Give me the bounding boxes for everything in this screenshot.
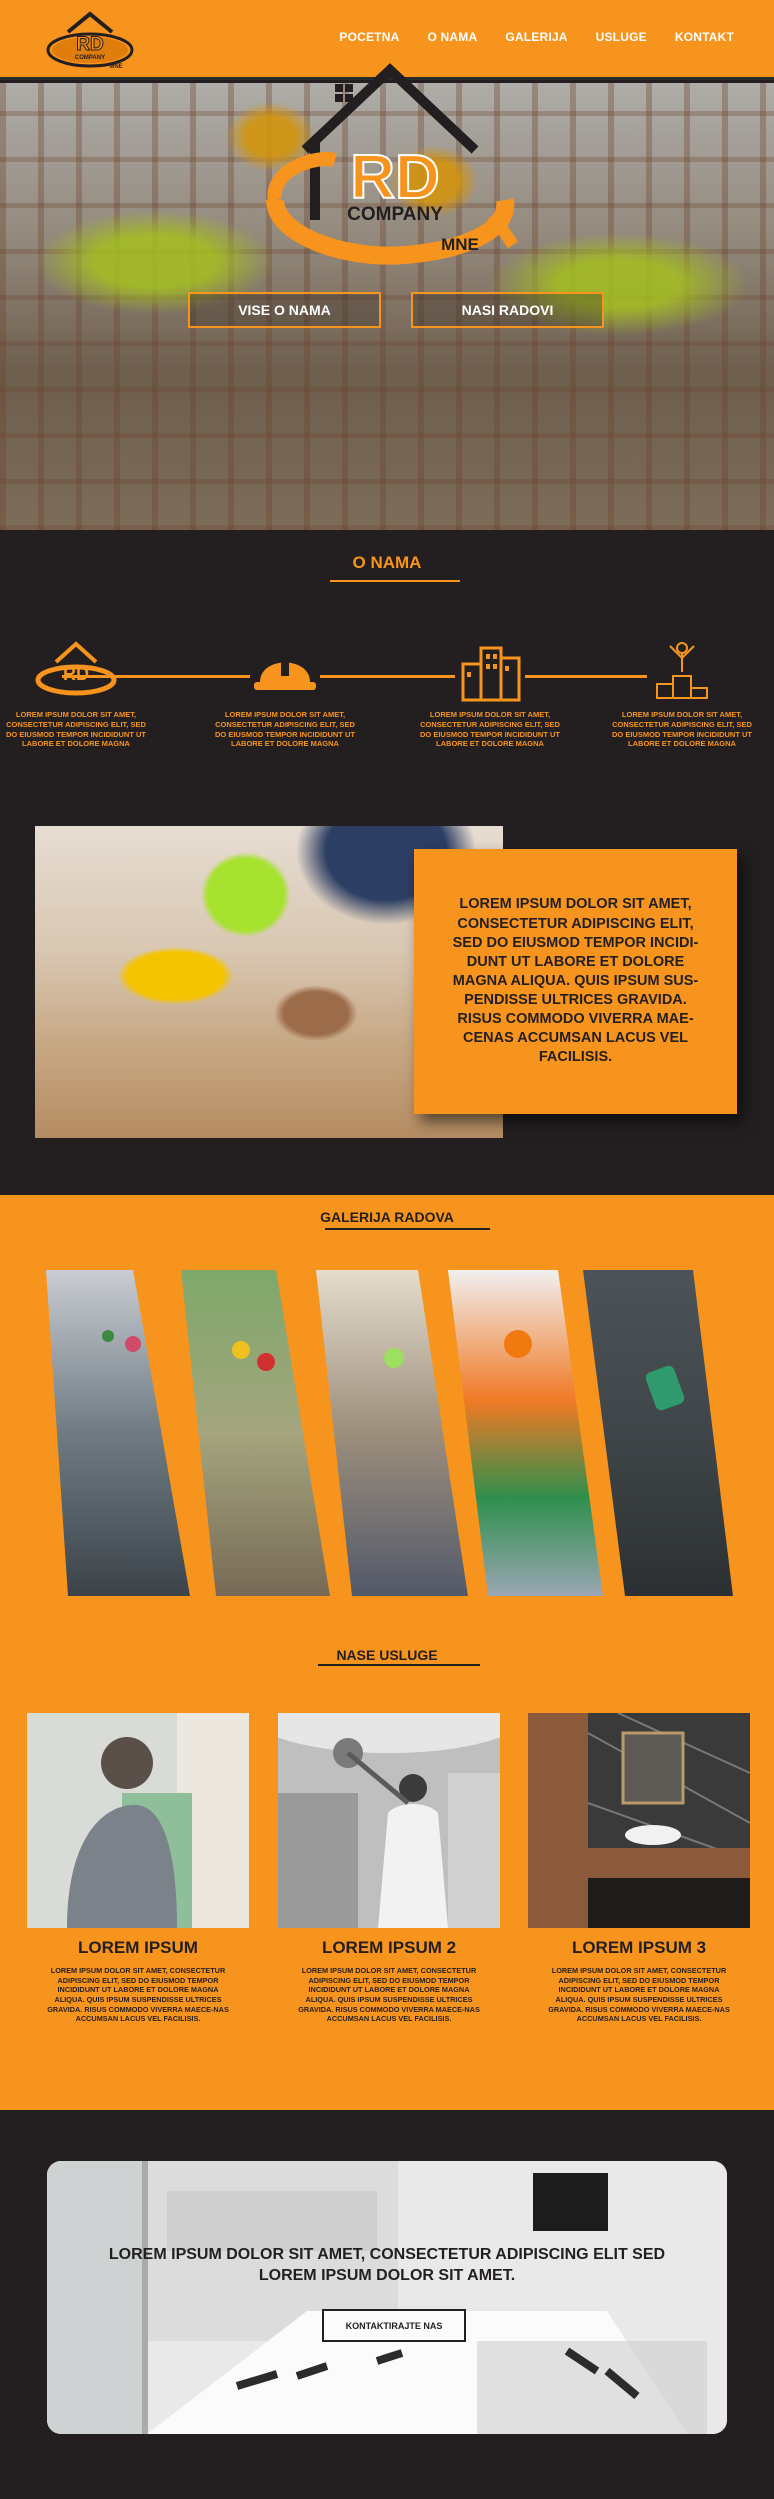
contact-us-button[interactable]: KONTAKTIRAJTE NAS: [322, 2309, 466, 2342]
about-highlight-text: LOREM IPSUM DOLOR SIT AMET, CONSECTETUR …: [452, 896, 699, 1066]
gallery-strip: [38, 1258, 738, 1608]
service-title: LOREM IPSUM 3: [571, 1938, 707, 1957]
service-card[interactable]: LOREM IPSUM 2 LOREM IPSUM DOLOR SIT AMET…: [278, 1713, 500, 2024]
feature-item: LOREM IPSUM DOLOR SIT AMET, CONSECTETUR …: [420, 634, 560, 749]
svg-text:RD: RD: [350, 143, 440, 212]
nav-usluge[interactable]: USLUGE: [596, 30, 647, 44]
rd-logo-icon: RD: [35, 641, 117, 696]
gallery-title: GALERIJA RADOVA: [320, 1209, 454, 1225]
gallery-title-underline: [325, 1228, 490, 1230]
service-card[interactable]: LOREM IPSUM LOREM IPSUM DOLOR SIT AMET, …: [27, 1713, 249, 2024]
svg-text:COMPANY: COMPANY: [75, 55, 105, 61]
service-text: LOREM IPSUM DOLOR SIT AMET, CONSECTETUR …: [548, 1966, 730, 2024]
winner-podium-icon: [647, 637, 717, 703]
contact-banner: LOREM IPSUM DOLOR SIT AMET, CONSECTETUR …: [47, 2161, 727, 2434]
contact-text: LOREM IPSUM DOLOR SIT AMET, CONSECTETUR …: [108, 2246, 666, 2284]
about-highlight-box: LOREM IPSUM DOLOR SIT AMET, CONSECTETUR …: [414, 849, 737, 1114]
svg-text:MNE: MNE: [109, 64, 122, 70]
buildings-icon: [455, 637, 525, 703]
service-photo-bathroom: [528, 1713, 750, 1928]
hero-logo-icon: RD COMPANY MNE: [266, 63, 518, 265]
service-text: LOREM IPSUM DOLOR SIT AMET, CONSECTETUR …: [47, 1966, 229, 2024]
company-logo-icon[interactable]: RD COMPANY MNE: [42, 6, 142, 74]
about-title-underline: [330, 580, 460, 582]
services-title-underline: [318, 1664, 480, 1666]
office-background: [47, 2161, 727, 2434]
feature-timeline: [62, 675, 702, 678]
feature-text: LOREM IPSUM DOLOR SIT AMET, CONSECTETUR …: [612, 710, 752, 749]
nav-o-nama[interactable]: O NAMA: [427, 30, 477, 44]
nav-pocetna[interactable]: POCETNA: [339, 30, 399, 44]
service-photo-painter: [27, 1713, 249, 1928]
service-card[interactable]: LOREM IPSUM 3 LOREM IPSUM DOLOR SIT AMET…: [528, 1713, 750, 2024]
feature-text: LOREM IPSUM DOLOR SIT AMET, CONSECTETUR …: [215, 710, 355, 749]
service-text: LOREM IPSUM DOLOR SIT AMET, CONSECTETUR …: [298, 1966, 480, 2024]
service-title: LOREM IPSUM 2: [321, 1938, 457, 1957]
hard-hat-icon: [250, 637, 320, 703]
feature-text: LOREM IPSUM DOLOR SIT AMET, CONSECTETUR …: [6, 710, 146, 749]
more-about-us-button[interactable]: VISE O NAMA: [188, 292, 381, 328]
feature-item: LOREM IPSUM DOLOR SIT AMET, CONSECTETUR …: [215, 634, 355, 749]
our-work-button[interactable]: NASI RADOVI: [411, 292, 604, 328]
about-title: O NAMA: [352, 553, 422, 572]
services-title: NASE USLUGE: [336, 1647, 438, 1663]
svg-text:MNE: MNE: [441, 235, 479, 254]
svg-text:RD: RD: [76, 34, 103, 55]
svg-text:COMPANY: COMPANY: [347, 204, 443, 225]
feature-item: RD LOREM IPSUM DOLOR SIT AMET, CONSECTET…: [6, 634, 146, 749]
main-nav: POCETNA O NAMA GALERIJA USLUGE KONTAKT: [339, 30, 734, 44]
nav-kontakt[interactable]: KONTAKT: [675, 30, 734, 44]
service-photo-sanding: [278, 1713, 500, 1928]
service-title: LOREM IPSUM: [78, 1938, 198, 1957]
svg-text:RD: RD: [63, 664, 89, 684]
feature-item: LOREM IPSUM DOLOR SIT AMET, CONSECTETUR …: [612, 634, 752, 749]
feature-text: LOREM IPSUM DOLOR SIT AMET, CONSECTETUR …: [420, 710, 560, 749]
nav-galerija[interactable]: GALERIJA: [505, 30, 567, 44]
